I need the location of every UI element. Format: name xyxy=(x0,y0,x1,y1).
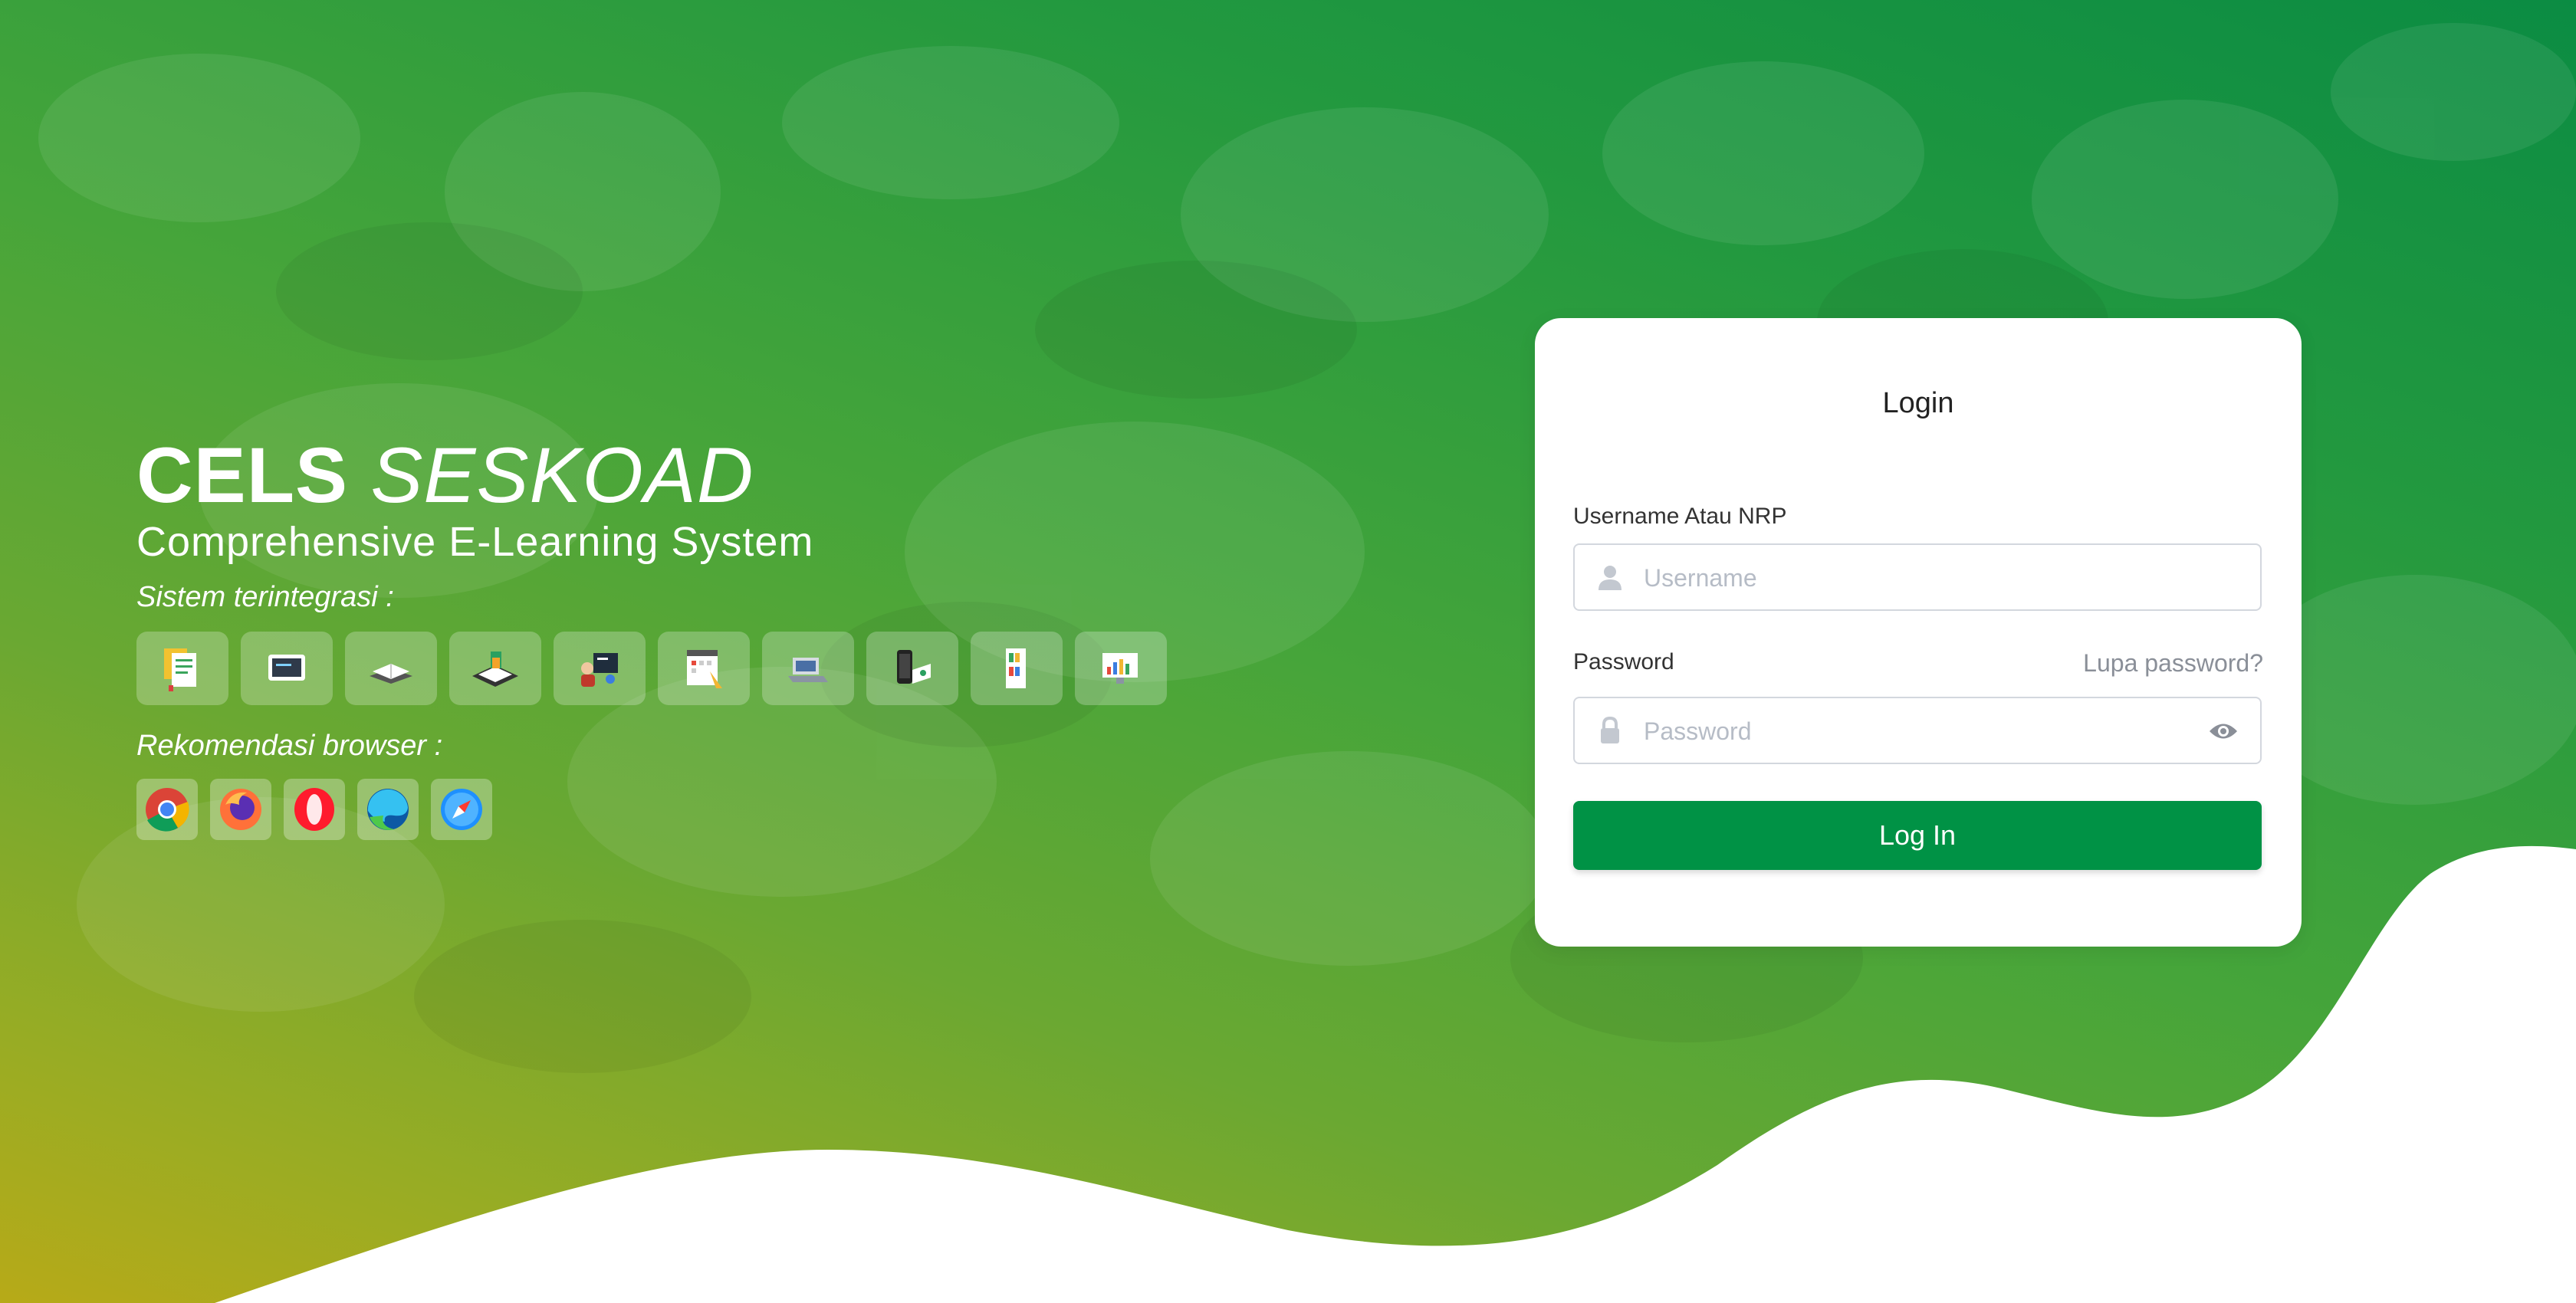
open-book-icon xyxy=(370,664,412,684)
mobile-device-icon xyxy=(897,650,931,684)
password-field xyxy=(1573,697,2262,764)
calendar-planner-icon xyxy=(687,650,722,688)
system-tile[interactable] xyxy=(971,632,1063,705)
app-title: CELS SESKOAD xyxy=(136,429,1167,521)
system-tile[interactable] xyxy=(136,632,228,705)
integrated-systems-list xyxy=(136,632,1167,705)
user-icon xyxy=(1598,566,1622,590)
tablet-icon xyxy=(268,655,305,681)
browser-list xyxy=(136,779,1167,840)
browser-recommendation-label: Rekomendasi browser : xyxy=(136,730,443,762)
system-tile[interactable] xyxy=(866,632,958,705)
app-subtitle: Comprehensive E-Learning System xyxy=(136,519,814,565)
app-title-italic: SESKOAD xyxy=(370,432,754,519)
bookshelf-icon xyxy=(1006,648,1026,688)
system-tile[interactable] xyxy=(449,632,541,705)
firefox-icon xyxy=(220,789,261,830)
system-tile[interactable] xyxy=(554,632,646,705)
browser-tile-firefox[interactable] xyxy=(210,779,271,840)
laptop-icon xyxy=(788,658,828,682)
monitor-chart-icon xyxy=(1102,653,1138,684)
edge-icon xyxy=(367,789,409,830)
chrome-icon xyxy=(146,788,189,832)
password-input[interactable] xyxy=(1642,707,2197,755)
show-password-icon[interactable] xyxy=(2208,718,2239,744)
classroom-icon xyxy=(472,652,518,687)
username-label: Username Atau NRP xyxy=(1573,504,1787,529)
system-tile[interactable] xyxy=(241,632,333,705)
username-input[interactable] xyxy=(1642,554,2197,602)
integrated-systems-label: Sistem terintegrasi : xyxy=(136,581,394,613)
safari-icon xyxy=(441,789,482,830)
login-title: Login xyxy=(1882,387,1954,419)
forgot-password-link[interactable]: Lupa password? xyxy=(2083,649,2263,678)
username-field xyxy=(1573,543,2262,611)
browser-tile-edge[interactable] xyxy=(357,779,419,840)
browser-tile-opera[interactable] xyxy=(284,779,345,840)
system-tile[interactable] xyxy=(762,632,854,705)
login-button[interactable]: Log In xyxy=(1573,801,2262,870)
brand-block: CELS SESKOAD Comprehensive E-Learning Sy… xyxy=(136,429,1167,840)
app-title-bold: CELS xyxy=(136,432,349,519)
lock-icon xyxy=(1601,716,1619,743)
presentation-icon xyxy=(581,653,618,687)
system-tile[interactable] xyxy=(1075,632,1167,705)
password-label: Password xyxy=(1573,649,1674,674)
browser-tile-safari[interactable] xyxy=(431,779,492,840)
opera-icon xyxy=(294,788,334,831)
browser-tile-chrome[interactable] xyxy=(136,779,198,840)
login-card: Login Username Atau NRP Password Lupa pa… xyxy=(1535,318,2302,947)
document-stack-icon xyxy=(164,648,196,691)
system-tile[interactable] xyxy=(345,632,437,705)
system-tile[interactable] xyxy=(658,632,750,705)
